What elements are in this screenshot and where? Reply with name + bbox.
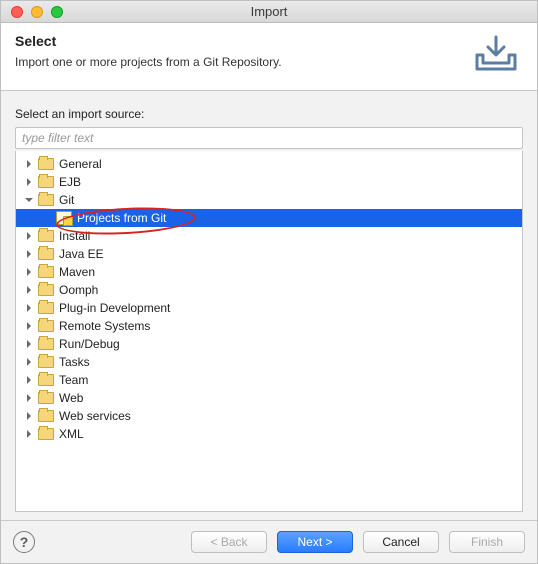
tree-item-label: EJB	[59, 175, 81, 189]
tree-item-label: Remote Systems	[59, 319, 150, 333]
tree-item-label: Web	[59, 391, 83, 405]
tree-item[interactable]: Java EE	[16, 245, 522, 263]
folder-icon	[38, 320, 54, 332]
disclosure-right-icon[interactable]	[24, 249, 34, 259]
wizard-title: Select	[15, 33, 282, 49]
folder-icon	[38, 248, 54, 260]
tree-item-label: Team	[59, 373, 88, 387]
tree-item-label: Web services	[59, 409, 131, 423]
filter-placeholder: type filter text	[22, 131, 93, 145]
tree-item[interactable]: Team	[16, 371, 522, 389]
folder-icon	[38, 176, 54, 188]
wizard-subtitle: Import one or more projects from a Git R…	[15, 55, 282, 69]
tree-item[interactable]: Run/Debug	[16, 335, 522, 353]
tree-item-label: General	[59, 157, 102, 171]
folder-icon	[38, 284, 54, 296]
folder-icon	[38, 194, 54, 206]
folder-icon	[38, 302, 54, 314]
tree-item-label: Oomph	[59, 283, 98, 297]
finish-button[interactable]: Finish	[449, 531, 525, 553]
help-button[interactable]: ?	[13, 531, 35, 553]
tree-item[interactable]: Oomph	[16, 281, 522, 299]
folder-icon	[38, 338, 54, 350]
tree-item-label: Maven	[59, 265, 95, 279]
tree-item[interactable]: XML	[16, 425, 522, 443]
tree-item-label: Projects from Git	[77, 211, 166, 225]
folder-icon	[38, 410, 54, 422]
cancel-button[interactable]: Cancel	[363, 531, 439, 553]
back-button[interactable]: < Back	[191, 531, 267, 553]
tree-item[interactable]: EJB	[16, 173, 522, 191]
disclosure-right-icon[interactable]	[24, 429, 34, 439]
disclosure-down-icon[interactable]	[24, 195, 34, 205]
disclosure-right-icon[interactable]	[24, 177, 34, 187]
folder-icon	[38, 392, 54, 404]
tree-item-label: Java EE	[59, 247, 104, 261]
disclosure-right-icon[interactable]	[24, 159, 34, 169]
tree-item[interactable]: Git	[16, 191, 522, 209]
disclosure-right-icon[interactable]	[24, 411, 34, 421]
disclosure-right-icon[interactable]	[24, 357, 34, 367]
tree-item[interactable]: Tasks	[16, 353, 522, 371]
import-icon	[473, 35, 519, 76]
import-source-tree[interactable]: General EJB GitProjects from Git Install Jav…	[15, 151, 523, 512]
window-title: Import	[1, 4, 537, 19]
wizard-body: Select an import source: type filter tex…	[1, 91, 537, 520]
tree-item-label: Run/Debug	[59, 337, 120, 351]
tree-item-label: Tasks	[59, 355, 90, 369]
disclosure-right-icon[interactable]	[24, 375, 34, 385]
wizard-header: Select Import one or more projects from …	[1, 23, 537, 91]
folder-icon	[38, 374, 54, 386]
next-button[interactable]: Next >	[277, 531, 353, 553]
folder-icon	[38, 266, 54, 278]
folder-icon	[38, 428, 54, 440]
tree-item[interactable]: Maven	[16, 263, 522, 281]
titlebar: Import	[1, 1, 537, 23]
tree-item-label: Install	[59, 229, 90, 243]
folder-icon	[38, 356, 54, 368]
disclosure-right-icon[interactable]	[24, 267, 34, 277]
import-dialog: Import Select Import one or more project…	[0, 0, 538, 564]
tree-item-label: Plug-in Development	[59, 301, 170, 315]
folder-icon	[38, 230, 54, 242]
tree-item[interactable]: Install	[16, 227, 522, 245]
wizard-icon	[56, 211, 72, 225]
tree-item-label: XML	[59, 427, 84, 441]
import-source-label: Select an import source:	[15, 107, 523, 121]
wizard-footer: ? < Back Next > Cancel Finish	[1, 520, 537, 563]
folder-icon	[38, 158, 54, 170]
disclosure-right-icon[interactable]	[24, 231, 34, 241]
tree-item-label: Git	[59, 193, 74, 207]
filter-text-input[interactable]: type filter text	[15, 127, 523, 149]
disclosure-right-icon[interactable]	[24, 303, 34, 313]
disclosure-right-icon[interactable]	[24, 285, 34, 295]
disclosure-right-icon[interactable]	[24, 321, 34, 331]
tree-item[interactable]: Plug-in Development	[16, 299, 522, 317]
tree-item-selected[interactable]: Projects from Git	[16, 209, 522, 227]
disclosure-right-icon[interactable]	[24, 339, 34, 349]
tree-item[interactable]: General	[16, 155, 522, 173]
tree-item[interactable]: Web services	[16, 407, 522, 425]
tree-item[interactable]: Remote Systems	[16, 317, 522, 335]
disclosure-right-icon[interactable]	[24, 393, 34, 403]
tree-item[interactable]: Web	[16, 389, 522, 407]
